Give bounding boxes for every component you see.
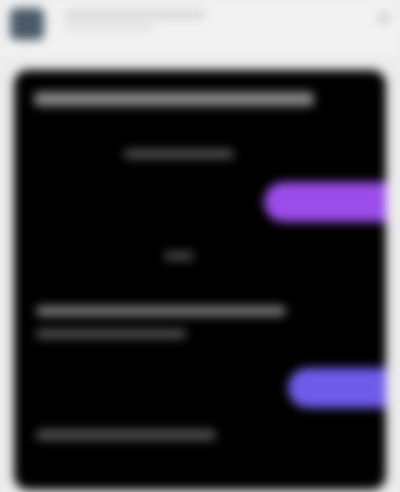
message-incoming-cont: [36, 330, 186, 338]
message-heading: [34, 92, 314, 106]
post-header: [0, 0, 400, 56]
page: [0, 0, 400, 492]
message-footer: [36, 430, 216, 440]
more-options-icon[interactable]: [378, 12, 390, 24]
post-meta: [64, 24, 154, 31]
message-short: [164, 252, 194, 260]
message-subtext: [124, 150, 234, 158]
chat-screenshot[interactable]: [14, 70, 386, 490]
chat-bubble-outgoing-2: [288, 368, 386, 408]
avatar[interactable]: [10, 8, 44, 40]
author-name[interactable]: [64, 10, 206, 19]
message-incoming: [36, 306, 286, 316]
chat-bubble-outgoing: [264, 182, 386, 222]
